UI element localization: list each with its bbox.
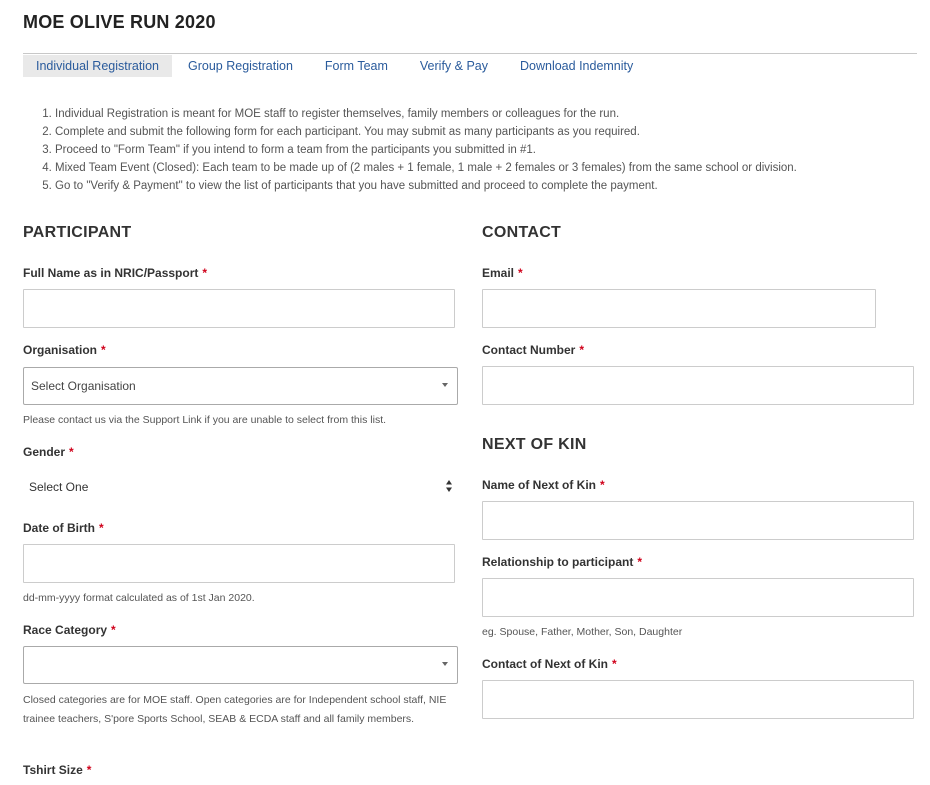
tab-verify-pay[interactable]: Verify & Pay (404, 55, 504, 77)
caret-down-icon (442, 662, 448, 666)
title-divider (23, 53, 917, 54)
relationship-label: Relationship to participant * (482, 555, 643, 569)
tab-group-registration[interactable]: Group Registration (172, 55, 309, 77)
instructions-list: Individual Registration is meant for MOE… (55, 105, 915, 195)
required-marker: * (579, 343, 585, 357)
required-marker: * (202, 266, 208, 280)
caret-down-icon (442, 383, 448, 387)
required-marker: * (518, 266, 523, 280)
registration-tabs: Individual Registration Group Registrati… (23, 55, 649, 77)
organisation-hint: Please contact us via the Support Link i… (23, 414, 387, 426)
contact-section-title: CONTACT (482, 224, 562, 241)
gender-label: Gender * (23, 445, 74, 459)
email-input[interactable] (482, 289, 876, 328)
next-of-kin-contact-input[interactable] (482, 680, 914, 719)
tshirt-size-label: Tshirt Size * (23, 763, 92, 777)
instruction-item: Complete and submit the following form f… (55, 123, 915, 141)
required-marker: * (86, 763, 92, 777)
participant-section-title: PARTICIPANT (23, 224, 132, 241)
tab-download-indemnity[interactable]: Download Indemnity (504, 55, 649, 77)
required-marker: * (99, 521, 104, 535)
instruction-item: Mixed Team Event (Closed): Each team to … (55, 159, 915, 177)
instruction-item: Individual Registration is meant for MOE… (55, 105, 915, 123)
organisation-selected-value: Select Organisation (31, 379, 136, 393)
gender-selected-value: Select One (29, 480, 89, 494)
required-marker: * (69, 445, 74, 459)
full-name-input[interactable] (23, 289, 455, 328)
required-marker: * (101, 343, 106, 357)
gender-select[interactable]: Select One (23, 469, 457, 505)
race-category-label: Race Category * (23, 623, 116, 637)
tab-individual-registration[interactable]: Individual Registration (23, 55, 172, 77)
dob-hint: dd-mm-yyyy format calculated as of 1st J… (23, 592, 255, 604)
dob-input[interactable] (23, 544, 455, 583)
race-category-select[interactable] (23, 646, 458, 684)
required-marker: * (612, 657, 617, 671)
page-title: MOE OLIVE RUN 2020 (23, 12, 216, 32)
required-marker: * (637, 555, 643, 569)
required-marker: * (111, 623, 116, 637)
email-label: Email * (482, 266, 523, 280)
full-name-label: Full Name as in NRIC/Passport * (23, 266, 208, 280)
organisation-select[interactable]: Select Organisation (23, 367, 458, 405)
next-of-kin-name-label: Name of Next of Kin * (482, 478, 605, 492)
next-of-kin-contact-label: Contact of Next of Kin * (482, 657, 617, 671)
contact-number-label: Contact Number * (482, 343, 585, 357)
race-category-hint: Closed categories are for MOE staff. Ope… (23, 694, 447, 725)
next-of-kin-section-title: NEXT OF KIN (482, 436, 587, 453)
relationship-input[interactable] (482, 578, 914, 617)
relationship-hint: eg. Spouse, Father, Mother, Son, Daughte… (482, 626, 683, 638)
instruction-item: Proceed to "Form Team" if you intend to … (55, 141, 915, 159)
organisation-label: Organisation * (23, 343, 106, 357)
contact-number-input[interactable] (482, 366, 914, 405)
required-marker: * (600, 478, 605, 492)
up-down-arrows-icon (446, 480, 452, 492)
tab-form-team[interactable]: Form Team (309, 55, 404, 77)
instruction-item: Go to "Verify & Payment" to view the lis… (55, 177, 915, 195)
dob-label: Date of Birth * (23, 521, 104, 535)
next-of-kin-name-input[interactable] (482, 501, 914, 540)
